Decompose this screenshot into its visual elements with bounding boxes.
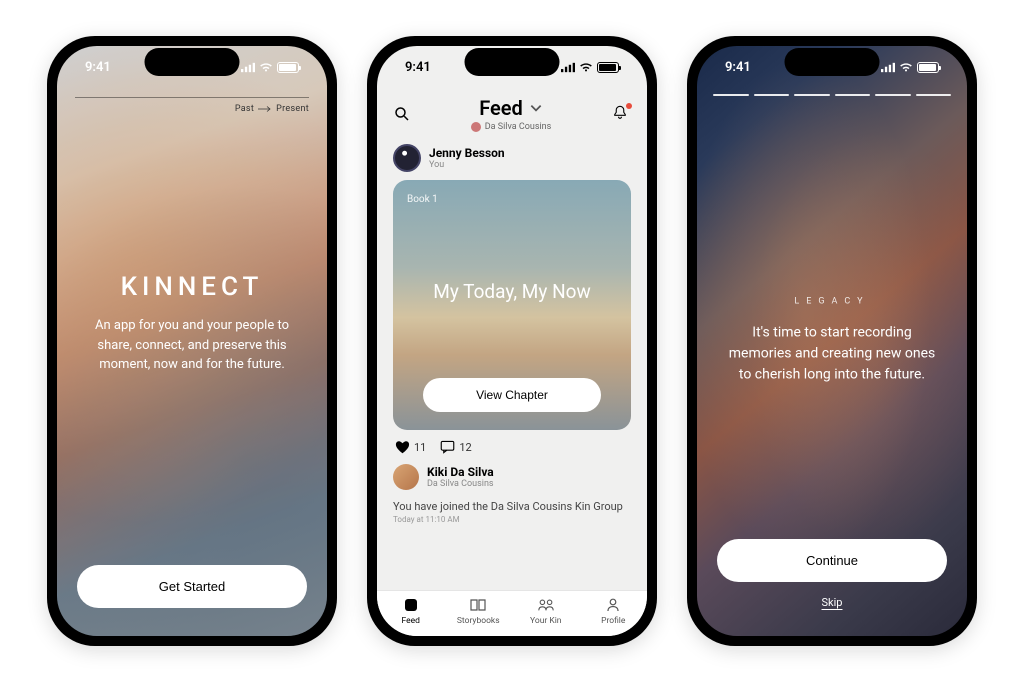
tab-profile[interactable]: Profile (580, 597, 648, 626)
tab-your-kin[interactable]: Your Kin (512, 597, 580, 626)
phone-welcome: 9:41 Past Present KINNECT An app for you… (47, 36, 337, 646)
status-icons (241, 60, 299, 75)
chevron-down-icon (529, 101, 543, 115)
wifi-icon (899, 62, 913, 73)
status-icons (561, 60, 619, 75)
signal-icon (881, 62, 895, 73)
get-started-button[interactable]: Get Started (77, 565, 307, 608)
battery-icon (277, 62, 299, 73)
device-notch (465, 48, 560, 76)
joined-timestamp: Today at 11:10 AM (377, 513, 647, 526)
phone-feed: 9:41 Feed Da Silva Cousins (367, 36, 657, 646)
story-title: My Today, My Now (407, 280, 617, 303)
profile-icon (604, 597, 622, 613)
joined-text: You have joined the Da Silva Cousins Kin… (377, 494, 647, 513)
post-author-row[interactable]: Jenny Besson You (393, 144, 631, 172)
battery-icon (917, 62, 939, 73)
tab-label: Profile (601, 616, 625, 626)
tab-label: Your Kin (530, 616, 561, 626)
feed-icon (402, 597, 420, 613)
feed-screen: 9:41 Feed Da Silva Cousins (377, 46, 647, 636)
group-avatar-icon (471, 122, 481, 132)
feed-title-label: Feed (479, 96, 523, 120)
status-time: 9:41 (725, 60, 751, 75)
post-author-name: Jenny Besson (429, 146, 505, 160)
timeline-toggle: Past Present (75, 91, 309, 114)
device-notch (785, 48, 880, 76)
legacy-body: It's time to start recording memories an… (721, 323, 943, 386)
kin-icon (537, 597, 555, 613)
storybooks-icon (469, 597, 487, 613)
story-progress-bar (713, 94, 951, 96)
comment-button[interactable]: 12 (440, 440, 471, 454)
status-time: 9:41 (405, 60, 431, 75)
app-title: KINNECT (77, 272, 307, 302)
book-label: Book 1 (407, 194, 617, 205)
notifications-button[interactable] (611, 104, 631, 124)
tab-storybooks[interactable]: Storybooks (445, 597, 513, 626)
story-card[interactable]: Book 1 My Today, My Now View Chapter (393, 180, 631, 430)
past-label: Past (235, 104, 254, 114)
comment-count: 12 (459, 441, 471, 454)
group-name: Da Silva Cousins (485, 122, 552, 132)
continue-button[interactable]: Continue (717, 539, 947, 582)
post-author-group: Da Silva Cousins (427, 479, 494, 489)
feed-group-selector[interactable]: Da Silva Cousins (471, 122, 552, 132)
avatar (393, 464, 419, 490)
status-icons (881, 60, 939, 75)
phone-legacy: 9:41 LEGACY It's time to start recording… (687, 36, 977, 646)
post-author-name: Kiki Da Silva (427, 465, 494, 479)
signal-icon (561, 62, 575, 73)
tab-feed[interactable]: Feed (377, 597, 445, 626)
search-icon[interactable] (393, 105, 411, 123)
notification-dot (626, 103, 632, 109)
arrow-right-icon (258, 106, 272, 112)
post-author-row[interactable]: Kiki Da Silva Da Silva Cousins (393, 464, 631, 490)
like-count: 11 (414, 441, 426, 454)
tab-label: Feed (402, 616, 420, 626)
like-button[interactable]: 11 (395, 440, 426, 454)
status-time: 9:41 (85, 60, 111, 75)
legacy-eyebrow: LEGACY (721, 297, 943, 307)
skip-link[interactable]: Skip (822, 596, 843, 609)
view-chapter-button[interactable]: View Chapter (423, 378, 602, 412)
present-label: Present (276, 104, 309, 114)
signal-icon (241, 62, 255, 73)
avatar (393, 144, 421, 172)
tab-bar: Feed Storybooks Your Kin Profile (377, 590, 647, 636)
comment-icon (440, 440, 455, 454)
post-author-relation: You (429, 160, 505, 170)
heart-icon (395, 440, 410, 454)
legacy-screen: 9:41 LEGACY It's time to start recording… (697, 46, 967, 636)
tab-label: Storybooks (457, 616, 500, 626)
wifi-icon (259, 62, 273, 73)
welcome-screen: 9:41 Past Present KINNECT An app for you… (57, 46, 327, 636)
feed-title-dropdown[interactable]: Feed (479, 96, 543, 120)
app-subtitle: An app for you and your people to share,… (77, 316, 307, 375)
wifi-icon (579, 62, 593, 73)
device-notch (145, 48, 240, 76)
battery-icon (597, 62, 619, 73)
